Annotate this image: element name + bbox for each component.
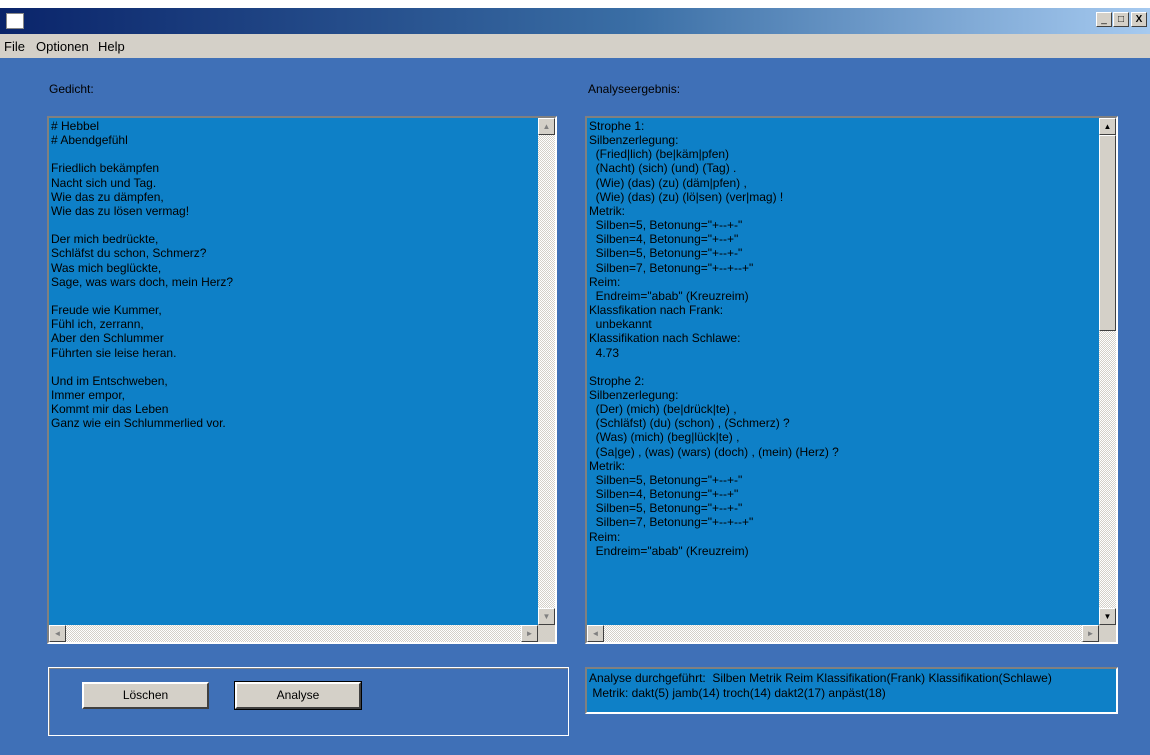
scroll-down-icon[interactable]: ▼ <box>1099 608 1116 625</box>
scroll-thumb[interactable] <box>1099 135 1116 331</box>
result-heading: Analyseergebnis: <box>588 82 681 96</box>
maximize-button[interactable]: □ <box>1113 12 1129 27</box>
analyse-button[interactable]: Analyse <box>234 681 362 710</box>
scroll-down-icon[interactable]: ▼ <box>538 608 555 625</box>
menu-help[interactable]: Help <box>98 39 125 54</box>
scroll-left-icon[interactable]: ◄ <box>587 625 604 642</box>
menu-file[interactable]: File <box>4 39 25 54</box>
result-horizontal-scrollbar[interactable]: ◄ ► <box>587 625 1099 642</box>
close-button[interactable]: X <box>1131 12 1147 27</box>
clear-button[interactable]: Löschen <box>82 682 209 709</box>
menu-bar: File Optionen Help <box>0 34 1150 58</box>
poem-textarea[interactable]: # Hebbel # Abendgefühl Friedlich bekämpf… <box>47 116 557 644</box>
poem-text: # Hebbel # Abendgefühl Friedlich bekämpf… <box>51 119 234 431</box>
app-icon <box>6 13 24 29</box>
result-vertical-scrollbar[interactable]: ▲ ▼ <box>1099 118 1116 625</box>
minimize-button[interactable]: _ <box>1096 12 1112 27</box>
status-box: Analyse durchgeführt: Silben Metrik Reim… <box>585 667 1118 714</box>
scroll-right-icon[interactable]: ► <box>1082 625 1099 642</box>
result-textarea[interactable]: Strophe 1: Silbenzerlegung: (Fried|lich)… <box>585 116 1118 644</box>
scrollbar-corner <box>538 625 555 642</box>
scroll-right-icon[interactable]: ► <box>521 625 538 642</box>
button-group: Löschen Analyse <box>48 667 569 736</box>
scroll-left-icon[interactable]: ◄ <box>49 625 66 642</box>
poem-vertical-scrollbar[interactable]: ▲ ▼ <box>538 118 555 625</box>
scroll-up-icon[interactable]: ▲ <box>1099 118 1116 135</box>
status-line-2: Metrik: dakt(5) jamb(14) troch(14) dakt2… <box>589 686 886 700</box>
status-line-1: Analyse durchgeführt: Silben Metrik Reim… <box>589 671 1052 685</box>
poem-horizontal-scrollbar[interactable]: ◄ ► <box>49 625 538 642</box>
result-text: Strophe 1: Silbenzerlegung: (Fried|lich)… <box>589 119 839 558</box>
title-bar: _ □ X <box>0 8 1150 34</box>
menu-optionen[interactable]: Optionen <box>36 39 89 54</box>
poem-heading: Gedicht: <box>49 82 94 96</box>
scrollbar-corner <box>1099 625 1116 642</box>
scroll-up-icon[interactable]: ▲ <box>538 118 555 135</box>
